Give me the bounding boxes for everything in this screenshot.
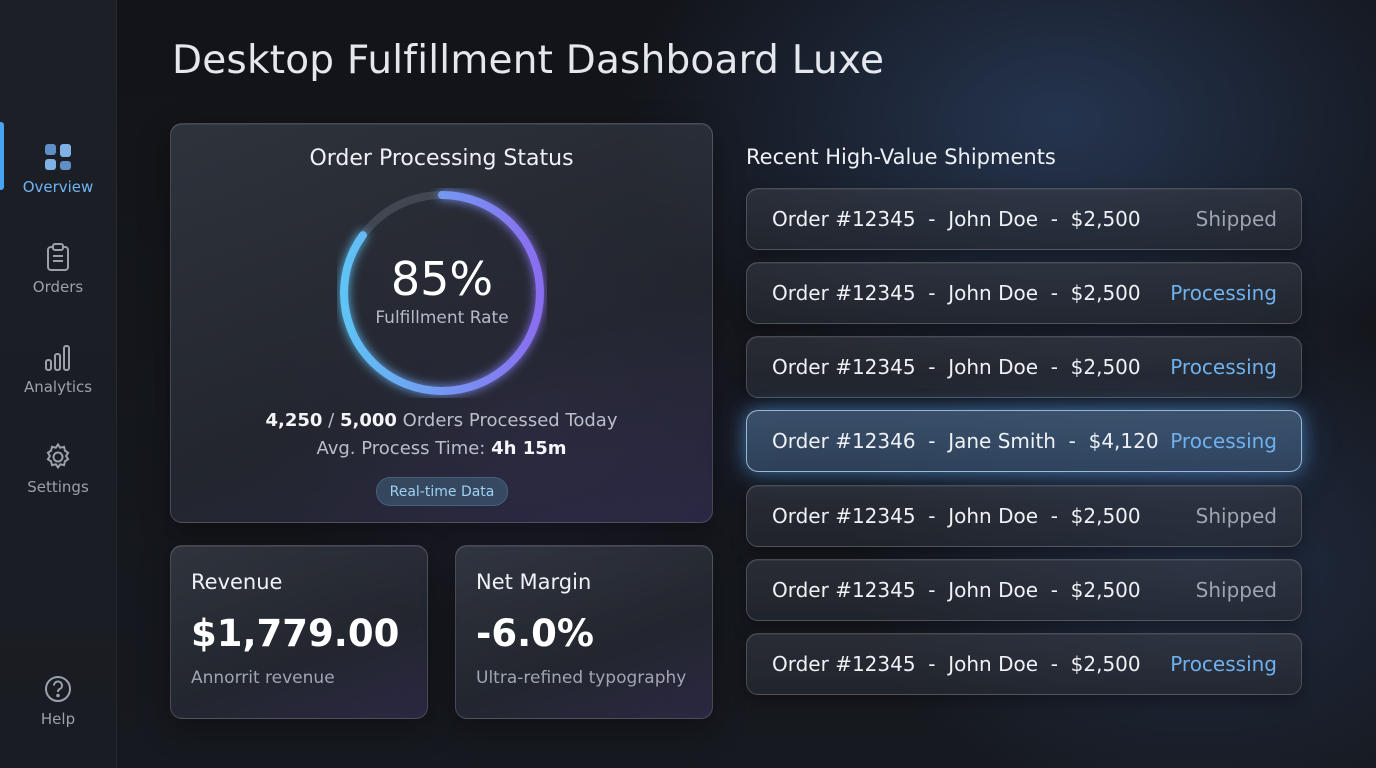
help-circle-icon	[45, 676, 71, 702]
revenue-card: Revenue $1,779.00 Annorrit revenue	[170, 545, 428, 719]
bar-chart-icon	[45, 345, 70, 371]
avg-time-label: Avg. Process Time:	[316, 438, 486, 459]
realtime-data-badge: Real-time Data	[376, 477, 508, 506]
shipment-description: Order #12346 - Jane Smith - $4,120	[772, 429, 1159, 453]
sidebar-item-orders[interactable]: Orders	[0, 242, 116, 296]
shipment-row-selected[interactable]: Order #12346 - Jane Smith - $4,120 Proce…	[746, 410, 1302, 472]
shipment-description: Order #12345 - John Doe - $2,500	[772, 281, 1141, 305]
fulfillment-rate-label: Fulfillment Rate	[375, 308, 509, 328]
sidebar-item-label: Analytics	[23, 378, 93, 396]
fulfillment-rate-value: 85%	[390, 252, 494, 306]
shipments-heading: Recent High-Value Shipments	[746, 145, 1056, 169]
shipment-row[interactable]: Order #12345 - John Doe - $2,500 Shipped	[746, 485, 1302, 547]
shipment-row[interactable]: Order #12345 - John Doe - $2,500 Process…	[746, 262, 1302, 324]
order-processing-card: Order Processing Status 85% Fulfillment …	[170, 123, 713, 523]
net-margin-label: Net Margin	[476, 570, 592, 594]
sidebar-item-overview[interactable]: Overview	[0, 122, 116, 196]
sidebar-item-help[interactable]: Help	[0, 674, 116, 728]
grid-icon	[45, 144, 71, 170]
shipment-description: Order #12345 - John Doe - $2,500	[772, 652, 1141, 676]
shipment-status: Processing	[1170, 281, 1277, 305]
sidebar-item-label: Help	[40, 710, 76, 728]
avg-process-time-line: Avg. Process Time: 4h 15m	[171, 438, 712, 459]
shipment-description: Order #12345 - John Doe - $2,500	[772, 504, 1141, 528]
net-margin-subtitle: Ultra-refined typography	[476, 668, 687, 688]
shipment-description: Order #12345 - John Doe - $2,500	[772, 355, 1141, 379]
shipment-status: Processing	[1170, 429, 1277, 453]
revenue-value: $1,779.00	[191, 612, 400, 655]
card-title: Order Processing Status	[309, 146, 574, 171]
active-indicator	[0, 122, 4, 190]
revenue-subtitle: Annorrit revenue	[191, 668, 335, 688]
shipment-status: Shipped	[1195, 207, 1277, 231]
sidebar-item-label: Settings	[27, 478, 89, 496]
gear-icon	[46, 442, 70, 470]
page-title: Desktop Fulfillment Dashboard Luxe	[172, 38, 885, 83]
orders-processed-line: 4,250 / 5,000 Orders Processed Today	[171, 410, 712, 431]
separator: /	[328, 410, 335, 431]
net-margin-card: Net Margin -6.0% Ultra-refined typograph…	[455, 545, 713, 719]
shipment-status: Shipped	[1195, 578, 1277, 602]
shipment-description: Order #12345 - John Doe - $2,500	[772, 578, 1141, 602]
net-margin-value: -6.0%	[476, 612, 594, 655]
processed-count: 4,250	[265, 410, 323, 431]
processed-suffix: Orders Processed Today	[402, 410, 618, 431]
shipment-status: Processing	[1170, 652, 1277, 676]
sidebar-item-label: Orders	[32, 278, 84, 296]
revenue-label: Revenue	[191, 570, 283, 594]
avg-time-value: 4h 15m	[491, 438, 567, 459]
shipment-row[interactable]: Order #12345 - John Doe - $2,500 Process…	[746, 633, 1302, 695]
shipment-row[interactable]: Order #12345 - John Doe - $2,500 Process…	[746, 336, 1302, 398]
shipment-status: Shipped	[1195, 504, 1277, 528]
sidebar-item-settings[interactable]: Settings	[0, 442, 116, 496]
sidebar: Overview Orders Analytics Settings Help	[0, 0, 117, 768]
total-count: 5,000	[339, 410, 397, 431]
sidebar-item-label: Overview	[22, 178, 94, 196]
shipment-description: Order #12345 - John Doe - $2,500	[772, 207, 1141, 231]
shipment-status: Processing	[1170, 355, 1277, 379]
shipment-row[interactable]: Order #12345 - John Doe - $2,500 Shipped	[746, 559, 1302, 621]
clipboard-icon	[47, 243, 69, 271]
shipment-row[interactable]: Order #12345 - John Doe - $2,500 Shipped	[746, 188, 1302, 250]
sidebar-item-analytics[interactable]: Analytics	[0, 342, 116, 396]
